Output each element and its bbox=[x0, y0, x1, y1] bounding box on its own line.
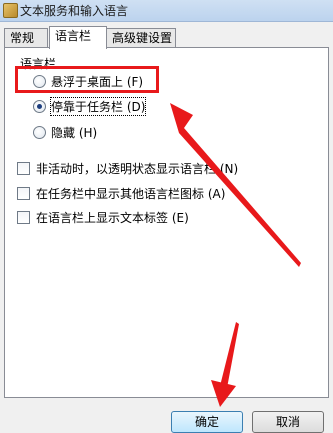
radio-label: 隐藏 (H) bbox=[51, 125, 98, 140]
radio-label: 停靠于任务栏 (D) bbox=[49, 96, 147, 116]
checkbox-label: 在任务栏中显示其他语言栏图标 (A) bbox=[36, 186, 226, 201]
radio-dock-in-taskbar[interactable]: 停靠于任务栏 (D) bbox=[33, 96, 147, 116]
annotation-highlight-box bbox=[15, 66, 159, 93]
checkbox[interactable] bbox=[17, 210, 30, 224]
tab-general[interactable]: 常规 bbox=[4, 28, 48, 48]
tab-advanced-key-settings[interactable]: 高级键设置 bbox=[106, 28, 176, 48]
ok-button[interactable]: 确定 bbox=[171, 411, 243, 433]
app-icon bbox=[3, 3, 18, 18]
radio-hidden[interactable]: 隐藏 (H) bbox=[33, 123, 97, 141]
radio-button-selected[interactable] bbox=[33, 99, 46, 113]
checkbox-label: 非活动时，以透明状态显示语言栏 (N) bbox=[36, 161, 239, 176]
title-bar: 文本服务和输入语言 bbox=[0, 0, 333, 22]
tab-language-bar[interactable]: 语言栏 bbox=[49, 26, 107, 49]
checkbox-label: 在语言栏上显示文本标签 (E) bbox=[36, 210, 189, 225]
checkbox-show-extra-icons-in-taskbar[interactable]: 在任务栏中显示其他语言栏图标 (A) bbox=[17, 184, 225, 202]
checkbox-transparent-when-inactive[interactable]: 非活动时，以透明状态显示语言栏 (N) bbox=[17, 159, 238, 177]
window-title: 文本服务和输入语言 bbox=[20, 4, 129, 18]
checkbox-show-text-labels[interactable]: 在语言栏上显示文本标签 (E) bbox=[17, 208, 189, 226]
checkbox[interactable] bbox=[17, 161, 30, 175]
cancel-button[interactable]: 取消 bbox=[252, 411, 324, 433]
checkbox[interactable] bbox=[17, 186, 30, 200]
radio-button[interactable] bbox=[33, 125, 46, 139]
